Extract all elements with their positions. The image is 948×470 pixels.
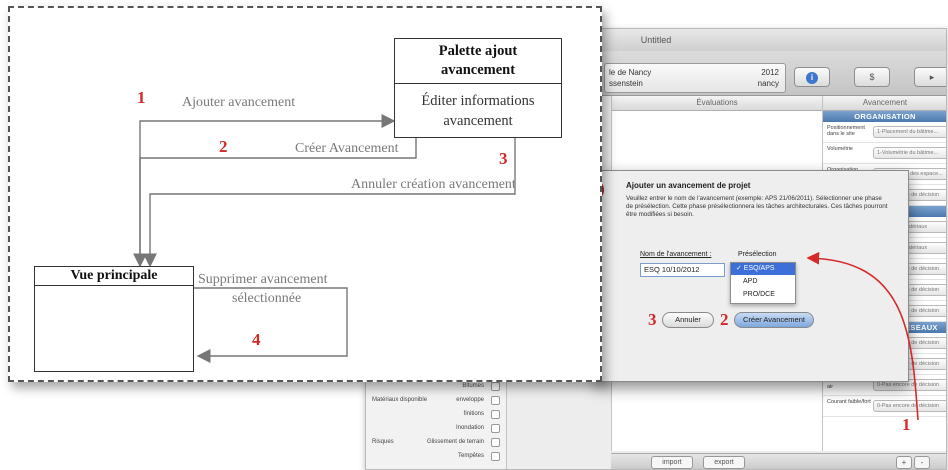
edge-number-2: 2 (219, 137, 228, 156)
edge-label-add-progress: Ajouter avancement (182, 95, 296, 110)
edge-number-1: 1 (137, 88, 146, 107)
palette-body-line1: Éditer informations (421, 93, 535, 109)
edge-number-4: 4 (252, 330, 261, 349)
edge-label-create-progress: Créer Avancement (295, 141, 399, 156)
main-view-box: Vue principale (34, 266, 194, 372)
annotation-number-1: 1 (902, 415, 911, 434)
palette-title-line1: Palette ajout (438, 43, 518, 59)
state-diagram-panel: Palette ajout avancement Éditer informat… (8, 6, 602, 382)
edge-label-cancel-creation: Annuler création avancement (351, 177, 516, 192)
palette-title-line2: avancement (440, 62, 516, 78)
edge-number-3: 3 (499, 149, 508, 168)
main-view-title: Vue principale (35, 267, 193, 286)
edge-create-progress (133, 138, 417, 268)
edge-cancel-creation (143, 138, 516, 268)
palette-body-line2: avancement (443, 113, 513, 129)
palette-box-divider (395, 83, 561, 84)
edge-label-delete-line2: sélectionnée (232, 291, 302, 306)
palette-box-body: Éditer informations avancement (395, 91, 561, 131)
annotation-arrow (806, 251, 919, 421)
edge-label-delete-line1: Supprimer avancement (198, 272, 328, 287)
palette-add-progress-box: Palette ajout avancement Éditer informat… (394, 38, 562, 138)
palette-box-title: Palette ajout avancement (395, 42, 561, 80)
